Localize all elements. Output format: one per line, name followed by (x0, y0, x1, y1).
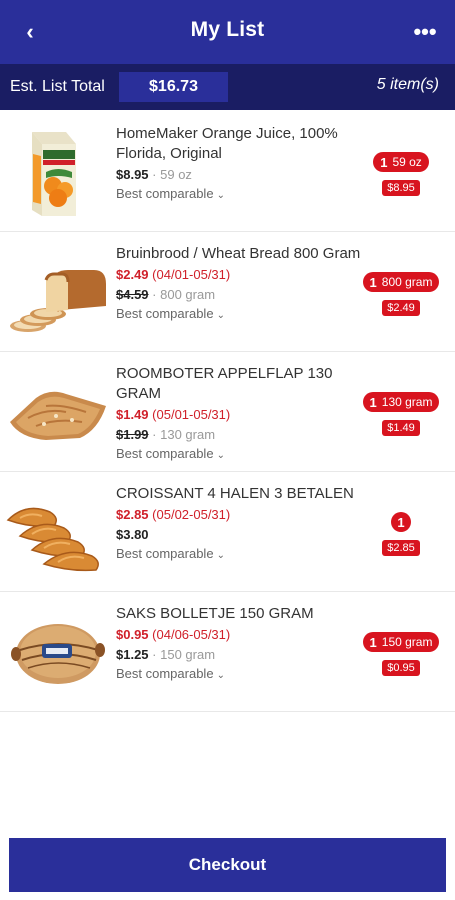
total-label: Est. List Total (10, 78, 105, 95)
product-price: $8.95 (116, 167, 149, 182)
regular-price-line: $1.99 · 130 gram (116, 427, 216, 442)
sale-price-line: $2.49 (04/01-05/31) (116, 265, 366, 284)
product-name[interactable]: ROOMBOTER APPELFLAP 130 GRAM (116, 364, 366, 404)
chevron-down-icon: ⌄ (216, 670, 225, 681)
sale-price-line: $1.49 (05/01-05/31) (116, 405, 366, 424)
apple-turnover-image (6, 364, 108, 460)
app-header: ‹ My List ••• (0, 0, 455, 64)
more-dots-icon: ••• (413, 19, 437, 44)
regular-price: $4.59 (116, 287, 149, 302)
best-comparable-toggle[interactable]: Best comparable ⌄ (116, 184, 366, 205)
chevron-down-icon: ⌄ (216, 190, 225, 201)
product-name[interactable]: SAKS BOLLETJE 150 GRAM (116, 604, 366, 624)
list-item[interactable]: CROISSANT 4 HALEN 3 BETALEN $2.85 (05/02… (0, 472, 455, 592)
page-title: My List (190, 18, 265, 41)
list-item[interactable]: SAKS BOLLETJE 150 GRAM $0.95 (04/06-05/3… (0, 592, 455, 712)
product-size: 59 oz (160, 167, 192, 182)
sale-price: $0.95 (116, 627, 149, 642)
regular-price-line: $1.25 · 150 gram (116, 647, 216, 662)
list-item[interactable]: HomeMaker Orange Juice, 100% Florida, Or… (0, 112, 455, 232)
orange-juice-image (6, 124, 108, 220)
quantity-badge[interactable]: 1 130 gram (362, 392, 440, 412)
item-count: 5 item(s) (376, 76, 439, 93)
product-size: 800 gram (160, 287, 216, 302)
sale-price-line: $0.95 (04/06-05/31) (116, 625, 366, 644)
line-total: $0.95 (382, 660, 420, 676)
shopping-list: HomeMaker Orange Juice, 100% Florida, Or… (0, 112, 455, 712)
best-comparable-toggle[interactable]: Best comparable ⌄ (116, 664, 366, 685)
list-total-bar: Est. List Total $16.73 5 item(s) (0, 64, 455, 110)
product-size: 130 gram (160, 427, 216, 442)
regular-price: $1.99 (116, 427, 149, 442)
regular-price: $1.25 (116, 647, 149, 662)
best-comparable-toggle[interactable]: Best comparable ⌄ (116, 304, 366, 325)
more-options-button[interactable]: ••• (409, 16, 441, 48)
sale-price: $2.49 (116, 267, 149, 282)
quantity-badge[interactable]: 1 (391, 512, 411, 532)
quantity-badge[interactable]: 1 150 gram (362, 632, 440, 652)
price-line: $8.95 · 59 oz (116, 167, 192, 182)
sale-price-line: $2.85 (05/02-05/31) (116, 505, 366, 524)
line-total: $8.95 (382, 180, 420, 196)
sale-price: $1.49 (116, 407, 149, 422)
bread-roll-bag-image (6, 604, 108, 700)
chevron-down-icon: ⌄ (216, 450, 225, 461)
line-total: $2.85 (382, 540, 420, 556)
sale-dates: (04/06-05/31) (152, 627, 231, 642)
sale-dates: (05/01-05/31) (152, 407, 231, 422)
total-amount: $16.73 (119, 72, 228, 102)
list-item[interactable]: Bruinbrood / Wheat Bread 800 Gram $2.49 … (0, 232, 455, 352)
line-total: $2.49 (382, 300, 420, 316)
regular-price: $3.80 (116, 527, 149, 542)
product-name[interactable]: CROISSANT 4 HALEN 3 BETALEN (116, 484, 366, 504)
product-name[interactable]: Bruinbrood / Wheat Bread 800 Gram (116, 244, 366, 264)
sale-dates: (05/02-05/31) (152, 507, 231, 522)
best-comparable-toggle[interactable]: Best comparable ⌄ (116, 544, 366, 565)
product-size: 150 gram (160, 647, 216, 662)
regular-price-line: $4.59 · 800 gram (116, 287, 216, 302)
best-comparable-toggle[interactable]: Best comparable ⌄ (116, 444, 366, 465)
chevron-down-icon: ⌄ (216, 550, 225, 561)
sale-dates: (04/01-05/31) (152, 267, 231, 282)
croissants-image (6, 484, 108, 580)
sale-price: $2.85 (116, 507, 149, 522)
list-item[interactable]: ROOMBOTER APPELFLAP 130 GRAM $1.49 (05/0… (0, 352, 455, 472)
quantity-badge[interactable]: 1 800 gram (362, 272, 440, 292)
line-total: $1.49 (382, 420, 420, 436)
wheat-bread-image (6, 244, 108, 340)
checkout-button[interactable]: Checkout (9, 838, 446, 892)
quantity-badge[interactable]: 1 59 oz (373, 152, 429, 172)
regular-price-line: $3.80 (116, 525, 366, 544)
chevron-down-icon: ⌄ (216, 310, 225, 321)
product-name[interactable]: HomeMaker Orange Juice, 100% Florida, Or… (116, 124, 366, 164)
